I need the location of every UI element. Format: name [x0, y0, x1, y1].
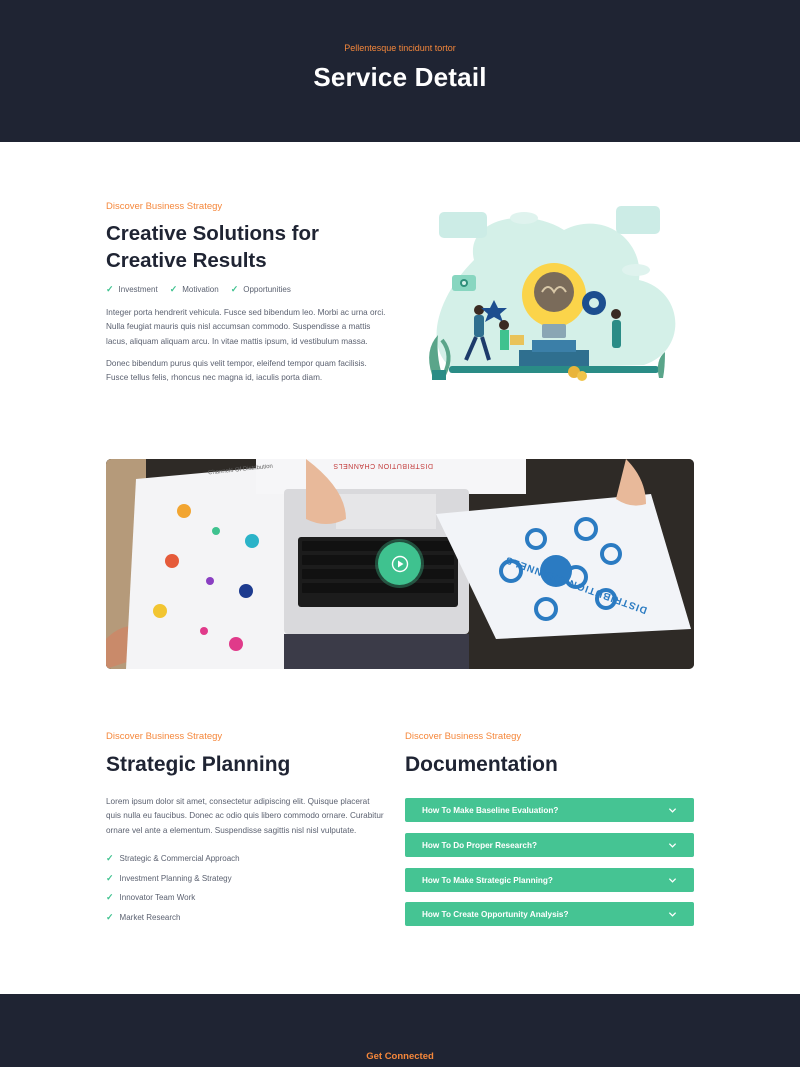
accordion-label: How To Do Proper Research? — [422, 840, 537, 850]
list-item-label: Strategic & Commercial Approach — [119, 854, 240, 864]
accordion-item[interactable]: How To Do Proper Research? — [405, 833, 694, 857]
tag-label: Investment — [118, 285, 158, 294]
check-icon: ✓ — [106, 872, 114, 883]
list-item-label: Market Research — [119, 912, 181, 922]
intro-paragraph-2: Donec bibendum purus quis velit tempor, … — [106, 359, 367, 383]
play-button[interactable] — [378, 542, 421, 585]
strategic-paragraph: Lorem ipsum dolor sit amet, consectetur … — [106, 797, 384, 835]
check-icon: ✓ — [106, 853, 114, 864]
chevron-down-icon — [668, 911, 677, 917]
check-icon: ✓ — [106, 911, 114, 922]
accordion-label: How To Make Strategic Planning? — [422, 875, 553, 885]
tag-item: ✓ Motivation — [170, 284, 219, 295]
footer-cta[interactable]: Get Connected — [0, 1051, 800, 1062]
list-item: ✓ Strategic & Commercial Approach — [106, 849, 240, 869]
paper-label-top: DISTRIBUTION CHANNELS — [333, 462, 433, 469]
check-icon: ✓ — [169, 284, 178, 294]
intro-paragraph-1: Integer porta hendrerit vehicula. Fusce … — [106, 308, 386, 346]
page-hero: Pellentesque tincidunt tortor Service De… — [0, 0, 800, 142]
strategic-eyebrow: Discover Business Strategy — [106, 731, 223, 742]
list-item: ✓ Market Research — [106, 908, 240, 928]
page-title: Service Detail — [313, 62, 487, 92]
list-item: ✓ Investment Planning & Strategy — [106, 869, 240, 889]
intro-tags: ✓ Investment ✓ Motivation ✓ Opportunities — [106, 284, 291, 295]
tag-label: Motivation — [182, 285, 219, 294]
strategic-list: ✓ Strategic & Commercial Approach ✓ Invest… — [106, 849, 240, 927]
accordion-item[interactable]: How To Make Strategic Planning? — [405, 868, 694, 892]
accordion-item[interactable]: How To Make Baseline Evaluation? — [405, 798, 694, 822]
check-icon: ✓ — [106, 284, 114, 294]
chevron-down-icon — [668, 807, 677, 813]
accordion-label: How To Make Baseline Evaluation? — [422, 805, 559, 815]
accordion-label: How To Create Opportunity Analysis? — [422, 909, 569, 919]
documentation-title: Documentation — [405, 753, 558, 776]
intro-title-line2: Creative Results — [106, 248, 267, 272]
tag-item: ✓ Investment — [106, 284, 158, 295]
tag-label: Opportunities — [243, 285, 291, 294]
tag-item: ✓ Opportunities — [231, 284, 291, 295]
intro-eyebrow: Discover Business Strategy — [106, 201, 223, 212]
intro-title-line1: Creative Solutions for — [106, 222, 320, 245]
hero-subtitle: Pellentesque tincidunt tortor — [344, 43, 456, 53]
check-icon: ✓ — [106, 892, 114, 903]
list-item-label: Innovator Team Work — [119, 893, 196, 903]
accordion-item[interactable]: How To Create Opportunity Analysis? — [405, 902, 694, 926]
list-item-label: Investment Planning & Strategy — [119, 873, 232, 883]
strategic-title: Strategic Planning — [106, 753, 291, 776]
intro-title: Creative Solutions for Creative Results — [106, 222, 319, 273]
list-item: ✓ Innovator Team Work — [106, 888, 240, 908]
chevron-down-icon — [668, 842, 677, 848]
play-icon — [391, 555, 408, 572]
documentation-eyebrow: Discover Business Strategy — [405, 731, 522, 742]
chevron-down-icon — [668, 877, 677, 883]
check-icon: ✓ — [230, 284, 239, 294]
strategy-illustration — [429, 206, 676, 381]
